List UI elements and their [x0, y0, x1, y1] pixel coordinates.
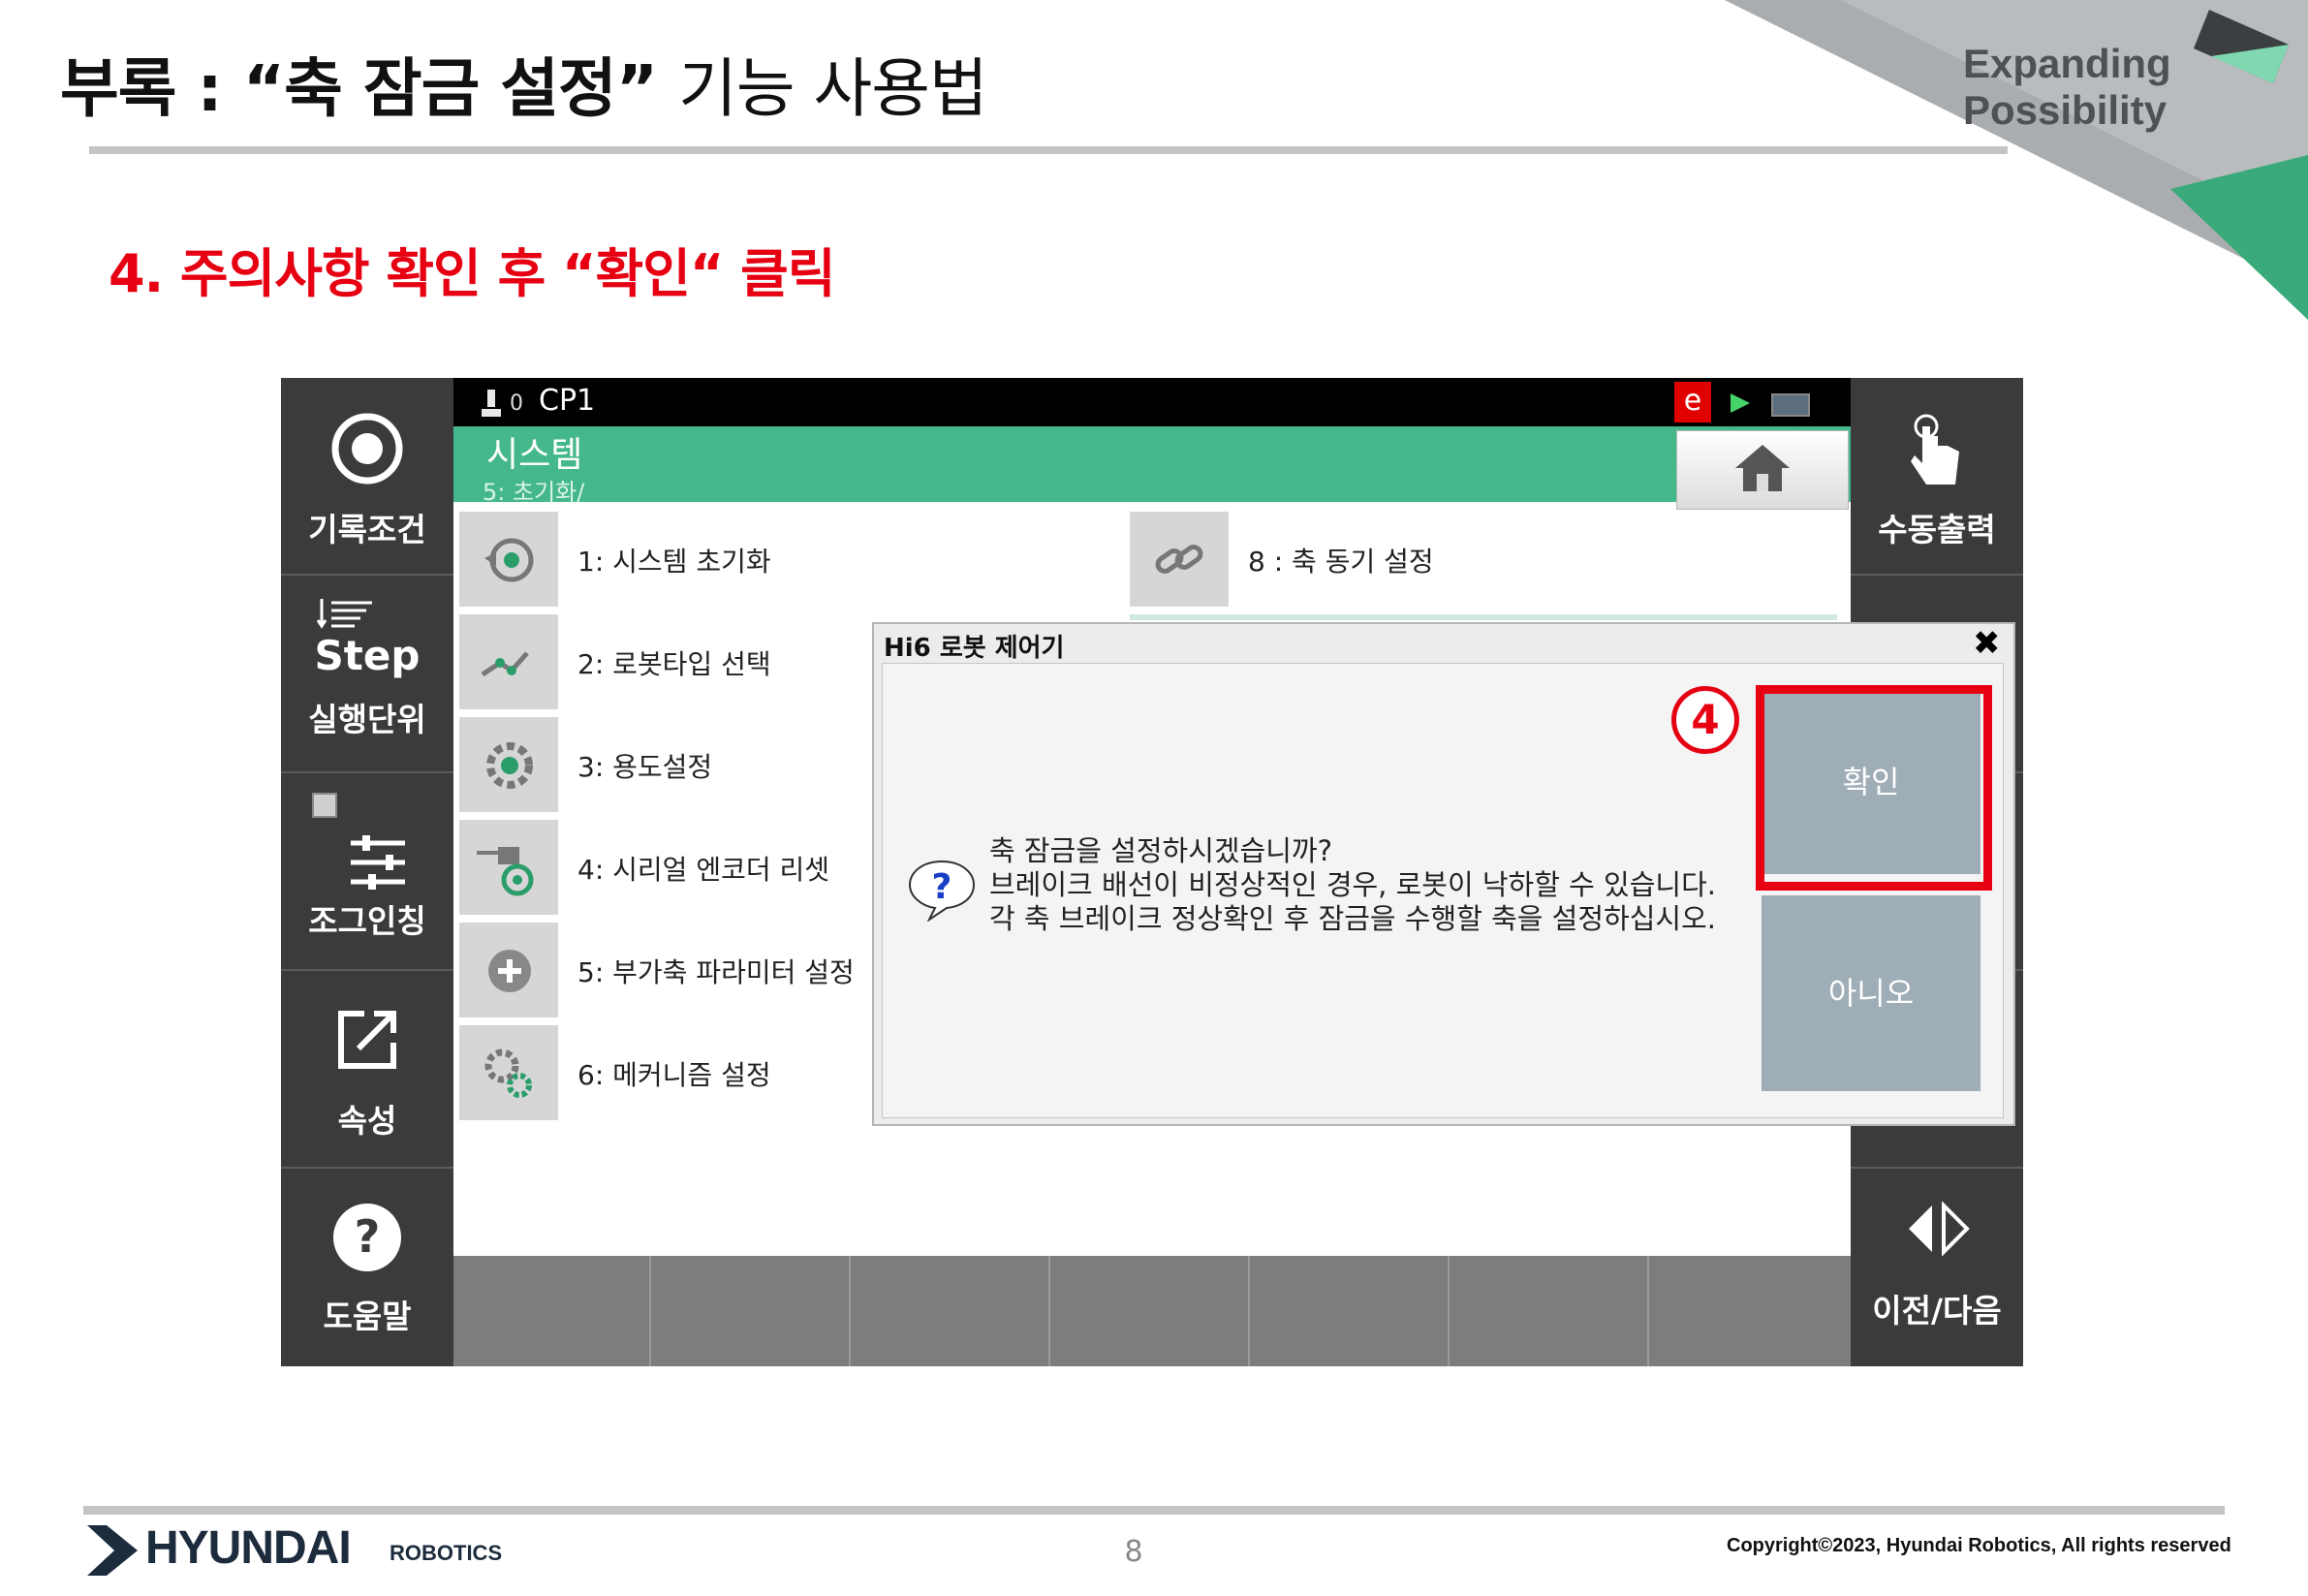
softkey-divider: [849, 1256, 851, 1366]
menu-label: 1: 시스템 초기화: [577, 546, 771, 578]
home-button[interactable]: [1676, 430, 1849, 510]
rail-label: 실행단위: [308, 701, 426, 738]
menu-label: 2: 로봇타입 선택: [577, 648, 771, 680]
svg-text:?: ?: [932, 867, 952, 907]
page-title: 부록 : “축 잠금 설정” 기능 사용법: [60, 37, 988, 130]
help-icon: ?: [333, 1204, 401, 1271]
menu-item-serial-encoder[interactable]: 4: 시리얼 엔코더 리셋: [459, 820, 886, 915]
step-icon: [316, 599, 372, 629]
edit-external-icon: [338, 1011, 396, 1069]
menu-label: 3: 용도설정: [577, 751, 713, 783]
program-name: CP1: [539, 384, 596, 418]
menu-label: 8 : 축 동기 설정: [1248, 546, 1434, 578]
screen-title: 시스템: [486, 435, 583, 475]
footer-divider: [83, 1506, 2225, 1515]
checkbox-icon[interactable]: [312, 793, 337, 818]
step-marker: 4: [1671, 686, 1739, 754]
brand-tagline: Expanding Possibility: [1963, 41, 2171, 134]
screen-breadcrumb: 5: 초기화/: [483, 479, 585, 506]
play-icon: [1731, 393, 1750, 413]
link-icon: [1130, 512, 1229, 607]
cancel-button[interactable]: 아니오: [1762, 895, 1981, 1091]
title-light: 기능 사용법: [678, 51, 988, 126]
rail-label: 조그인칭: [308, 902, 426, 940]
rail-help-button[interactable]: ? 도움말: [281, 1167, 453, 1366]
rail-prev-next-button[interactable]: 이전/다음: [1851, 1167, 2023, 1366]
hyundai-logo-icon: [87, 1525, 138, 1576]
battery-icon: [1771, 393, 1810, 417]
menu-item-system-init[interactable]: 1: 시스템 초기화: [459, 512, 1138, 607]
status-bar: 0 CP1 e: [453, 378, 1851, 426]
screen-header: 시스템 5: 초기화/: [453, 426, 1851, 510]
record-target-icon: [331, 413, 403, 485]
dialog-message: 축 잠금을 설정하시겠습니까? 브레이크 배선이 비정상적인 경우, 로봇이 낙…: [989, 834, 1716, 936]
rail-label: 속성: [337, 1102, 397, 1140]
robot-status-icon: [482, 390, 501, 417]
menu-label: 4: 시리얼 엔코더 리셋: [577, 854, 830, 886]
menu-item-axis-sync[interactable]: 8 : 축 동기 설정: [1130, 512, 1837, 607]
step-text: Step: [314, 632, 421, 679]
message-line-3: 각 축 브레이크 정상확인 후 잠금을 수행할 축을 설정하십시오.: [989, 902, 1716, 935]
home-icon: [1735, 445, 1790, 491]
menu-item-robot-type[interactable]: 2: 로봇타입 선택: [459, 614, 886, 709]
svg-text:?: ?: [355, 1210, 381, 1263]
menu-item-aux-axis[interactable]: 5: 부가축 파라미터 설정: [459, 923, 886, 1017]
softkey-divider: [1048, 1256, 1050, 1366]
title-bold: 부록 : “축 잠금 설정”: [60, 51, 658, 126]
encoder-reset-icon: [459, 820, 558, 915]
step-heading: 4. 주의사항 확인 후 “확인“ 클릭: [109, 243, 836, 304]
question-icon: ?: [908, 860, 976, 922]
prev-next-icon: [1909, 1202, 1970, 1256]
rail-step-unit-button[interactable]: Step 실행단위: [281, 574, 453, 773]
softkey-divider: [1448, 1256, 1450, 1366]
menu-label: 5: 부가축 파라미터 설정: [577, 956, 855, 988]
softkey-divider: [649, 1256, 651, 1366]
message-line-2: 브레이크 배선이 비정상적인 경우, 로봇이 낙하할 수 있습니다.: [989, 868, 1716, 901]
softkey-bar: [453, 1256, 1851, 1366]
error-badge[interactable]: e: [1674, 382, 1711, 422]
rail-label: 수동출력: [1878, 511, 1996, 548]
title-divider: [89, 146, 2008, 154]
dialog-title: Hi6 로봇 제어기: [884, 634, 1065, 663]
page-number: 8: [1124, 1535, 1143, 1569]
plus-circle-icon: [459, 923, 558, 1017]
menu-item-mechanism[interactable]: 6: 메커니즘 설정: [459, 1025, 886, 1120]
message-line-1: 축 잠금을 설정하시겠습니까?: [989, 834, 1332, 867]
left-rail: 기록조건 Step 실행단위 조그인칭 속성 ? 도움말: [281, 378, 453, 1366]
logo-subtitle: ROBOTICS: [390, 1541, 503, 1565]
rail-properties-button[interactable]: 속성: [281, 969, 453, 1169]
rail-label: 기록조건: [308, 511, 426, 548]
reset-icon: [459, 512, 558, 607]
softkey-divider: [1248, 1256, 1250, 1366]
softkey-divider: [1647, 1256, 1649, 1366]
brand-line-2: Possibility: [1963, 87, 2168, 133]
menu-label: 6: 메커니즘 설정: [577, 1059, 771, 1091]
gears-icon: [459, 1025, 558, 1120]
rail-label: 도움말: [323, 1298, 412, 1335]
logo-wordmark: HYUNDAI: [145, 1522, 352, 1574]
highlight-box: [1756, 685, 1992, 891]
robot-count: 0: [510, 391, 523, 416]
menu-item-application[interactable]: 3: 용도설정: [459, 717, 886, 812]
rail-label: 이전/다음: [1872, 1292, 2002, 1330]
gear-icon: [459, 717, 558, 812]
menu-divider: [1130, 614, 1837, 620]
rail-manual-output-button[interactable]: 수동출력: [1851, 378, 2023, 576]
rail-record-condition-button[interactable]: 기록조건: [281, 378, 453, 576]
brand-line-1: Expanding: [1963, 41, 2171, 86]
close-icon[interactable]: ✖: [1973, 624, 2001, 663]
rail-jog-inching-button[interactable]: 조그인칭: [281, 771, 453, 971]
copyright-notice: Copyright©2023, Hyundai Robotics, All ri…: [1727, 1535, 2231, 1556]
touch-hand-icon: [1911, 414, 1959, 485]
robot-arm-icon: [459, 614, 558, 709]
sliders-icon: [351, 835, 405, 890]
